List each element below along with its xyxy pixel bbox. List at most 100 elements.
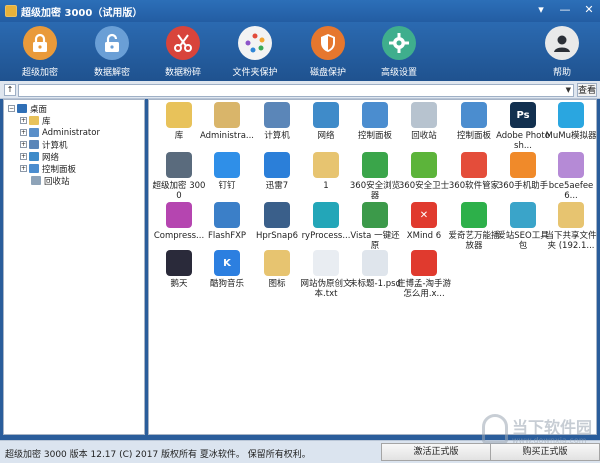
file-item[interactable]: 1 [300,152,352,191]
file-item[interactable]: 钉钉 [201,152,253,191]
thunder-icon [264,152,290,178]
file-item[interactable]: 控制面板 [448,102,500,141]
file-item[interactable]: 超级加密 3000 [153,152,205,201]
file-item[interactable]: 鹅天 [153,250,205,289]
dingtalk-icon [214,152,240,178]
tree-item-desktop[interactable]: − 桌面 [8,103,47,115]
control-panel-icon [29,164,39,173]
file-item[interactable]: 库 [153,102,205,141]
file-item[interactable]: 迅雷7 [251,152,303,191]
tree-item-administrator[interactable]: + Administrator [20,127,100,138]
file-label: 360软件管家 [448,181,500,191]
minimize-button[interactable]: — [558,3,572,17]
toolbar-encrypt-button[interactable]: 超级加密 [5,26,75,78]
file-label: 计算机 [264,131,290,141]
file-item[interactable]: 网站伪原创文本.txt [300,250,352,299]
file-item[interactable]: 计算机 [251,102,303,141]
toolbar-disk-protect-button[interactable]: 磁盘保护 [293,26,363,78]
flashfxp-icon [214,202,240,228]
tree-item-label: 网络 [42,152,60,163]
file-item[interactable]: 爱站SEO工具包 [497,202,549,251]
file-item[interactable]: 爱奇艺万能播放器 [448,202,500,251]
folder-icon [313,152,339,178]
tree-item-recycle-bin[interactable]: 回收站 [31,175,70,187]
computer-icon [29,140,39,149]
file-item[interactable]: HprSnap6 [251,202,303,241]
photoshop-icon: Ps [510,102,536,128]
collapse-icon[interactable]: − [8,105,15,112]
expand-icon[interactable]: + [20,165,27,172]
expand-icon[interactable]: + [20,141,27,148]
file-item[interactable]: 网络 [300,102,352,141]
library-icon [166,102,192,128]
toolbar-label: 数据粉碎 [164,68,201,78]
tree-item-label: Administrator [42,127,100,138]
folder-wheel-icon [238,26,272,60]
file-item[interactable]: Vista 一键还原 [349,202,401,251]
file-label: 图标 [268,279,286,289]
360-guard-icon [411,152,437,178]
watermark-logo-icon [482,414,508,444]
file-item[interactable]: 回收站 [398,102,450,141]
up-level-button[interactable]: ↑ [4,84,16,96]
tree-item-control-panel[interactable]: + 控制面板 [20,163,76,175]
file-label: 庄博孟-淘手游怎么用.x... [396,279,452,299]
file-item[interactable]: 图标 [251,250,303,289]
file-item[interactable]: 360安全卫士 [398,152,450,191]
file-label: MuMu模拟器 [545,131,597,141]
file-item[interactable]: ✕ XMind 6 [398,202,450,241]
file-label: 1 [323,181,329,191]
close-button[interactable]: ✕ [582,3,596,17]
menu-dropdown-button[interactable]: ▾ [534,3,548,17]
file-item[interactable]: K 酷狗音乐 [201,250,253,289]
file-label: ryProcess... [301,231,351,241]
expand-icon[interactable]: + [20,153,27,160]
file-item[interactable]: 360软件管家 [448,152,500,191]
file-label: Vista 一键还原 [350,231,400,251]
file-item[interactable]: 控制面板 [349,102,401,141]
file-item[interactable]: 360安全浏览器 [349,152,401,201]
file-item[interactable]: ryProcess... [300,202,352,241]
lock-icon [23,26,57,60]
file-label: 迅雷7 [265,181,289,191]
recycle-bin-icon [31,176,41,185]
360-phone-icon [510,152,536,178]
tree-item-computer[interactable]: + 计算机 [20,139,68,151]
view-button[interactable]: 查看 [577,83,597,97]
file-item[interactable]: 360手机助手 [497,152,549,191]
window-title: 超级加密 3000（试用版） [21,7,143,19]
file-list-pane: 库 Administra... 计算机 网络 控制面板 回收站 控制面板 Ps Adobe Ph… [148,99,597,435]
expand-icon[interactable]: + [20,129,27,136]
file-item[interactable]: 庄博孟-淘手游怎么用.x... [396,250,452,299]
tree-item-library[interactable]: + 库 [20,115,51,127]
user-help-icon [545,26,579,60]
toolbar-settings-button[interactable]: 高级设置 [364,26,434,78]
file-label: 网络 [317,131,335,141]
file-label: 钉钉 [218,181,236,191]
activate-button[interactable]: 激活正式版 [381,443,491,461]
file-item[interactable]: Administra... [200,102,254,141]
expand-icon[interactable]: + [20,117,27,124]
process-icon [313,202,339,228]
app-icon [5,5,17,17]
scissors-icon [166,26,200,60]
chevron-down-icon[interactable]: ▼ [566,85,571,96]
toolbar-shred-button[interactable]: 数据粉碎 [148,26,218,78]
file-item[interactable]: 未标题-1.psd [349,250,401,289]
path-input[interactable]: ▼ [18,84,574,97]
toolbar-folder-protect-button[interactable]: 文件夹保护 [220,26,290,78]
file-label: XMind 6 [406,231,442,241]
tree-item-label: 库 [42,116,51,127]
360-browser-icon [362,152,388,178]
file-item[interactable]: 当下共享文件夹 (192.1... [545,202,597,251]
file-item[interactable]: Compress... [153,202,205,241]
toolbar-decrypt-button[interactable]: 数据解密 [77,26,147,78]
toolbar-label: 超级加密 [21,68,58,78]
file-item[interactable]: bce5aefee6... [545,152,597,201]
file-item[interactable]: Ps Adobe Photosh... [496,102,550,151]
compress-icon [166,202,192,228]
file-item[interactable]: MuMu模拟器 [545,102,597,141]
toolbar-help-button[interactable]: 帮助 [527,26,597,78]
tree-item-network[interactable]: + 网络 [20,151,60,163]
file-item[interactable]: FlashFXP [201,202,253,241]
